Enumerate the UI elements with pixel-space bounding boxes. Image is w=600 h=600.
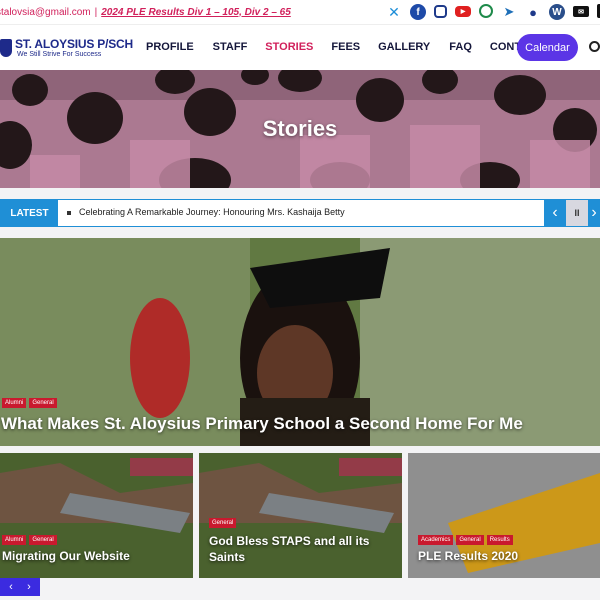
- nav-item-profile[interactable]: PROFILE: [146, 41, 194, 53]
- story-card-title[interactable]: PLE Results 2020: [418, 548, 518, 564]
- page-hero: Stories: [0, 70, 600, 188]
- topbar-separator: |: [94, 6, 98, 18]
- school-crest-icon: [0, 38, 12, 57]
- logo-title: ST. ALOYSIUS P/SCH: [15, 37, 133, 51]
- category-tag[interactable]: Alumni: [2, 398, 27, 408]
- nav-item-staff[interactable]: STAFF: [213, 41, 248, 53]
- ticker-headline-text: Celebrating A Remarkable Journey: Honour…: [79, 207, 345, 217]
- ticker-pause-button[interactable]: II: [566, 200, 588, 226]
- page-title: Stories: [262, 116, 338, 141]
- youtube-icon[interactable]: ▶: [455, 6, 471, 17]
- nav-item-gallery[interactable]: GALLERY: [378, 41, 430, 53]
- category-tag[interactable]: Alumni: [2, 535, 27, 545]
- featured-story[interactable]: Alumni General What Makes St. Aloysius Pr…: [0, 238, 600, 446]
- story-card[interactable]: Academics General Results PLE Results 2020: [408, 453, 600, 578]
- whatsapp-icon[interactable]: [479, 4, 493, 18]
- school-logo[interactable]: ST. ALOYSIUS P/SCH We Still Strive For S…: [0, 37, 133, 58]
- email-icon[interactable]: ✉: [573, 6, 589, 17]
- nav-menu: PROFILE STAFF STORIES FEES GALLERY FAQ C…: [146, 41, 543, 53]
- news-ticker: LATEST Celebrating A Remarkable Journey:…: [0, 199, 600, 227]
- carousel-next-button[interactable]: ›: [18, 578, 40, 596]
- ticker-bullet-icon: [67, 210, 71, 215]
- category-tag[interactable]: Academics: [418, 535, 454, 545]
- logo-tagline: We Still Strive For Success: [17, 51, 102, 58]
- ticker-prev-button[interactable]: ‹: [544, 200, 566, 226]
- group-icon[interactable]: ●: [525, 4, 541, 20]
- category-tag[interactable]: General: [209, 518, 237, 528]
- contact-email[interactable]: stalovsia@gmail.com: [0, 7, 91, 18]
- story-card[interactable]: General God Bless STAPS and all its Sain…: [199, 453, 402, 578]
- featured-story-title[interactable]: What Makes St. Aloysius Primary School a…: [1, 414, 523, 434]
- nav-item-faq[interactable]: FAQ: [449, 41, 472, 53]
- card-tags: General: [209, 511, 239, 529]
- social-icons: ✕ f ▶ ➤ ● W ✉: [386, 4, 600, 20]
- featured-tags: Alumni General: [2, 391, 60, 409]
- ticker-headline[interactable]: Celebrating A Remarkable Journey: Honour…: [67, 207, 345, 217]
- ple-results-link[interactable]: 2024 PLE Results Div 1 – 105, Div 2 – 65: [101, 7, 291, 18]
- story-card[interactable]: Alumni General Migrating Our Website: [0, 453, 193, 578]
- search-icon[interactable]: [589, 41, 600, 52]
- story-card-title[interactable]: Migrating Our Website: [2, 548, 130, 564]
- card-tags: Academics General Results: [418, 528, 516, 546]
- category-tag[interactable]: General: [29, 535, 57, 545]
- nav-item-fees[interactable]: FEES: [331, 41, 360, 53]
- main-navigation: ST. ALOYSIUS P/SCH We Still Strive For S…: [0, 24, 600, 70]
- top-bar: stalovsia@gmail.com | 2024 PLE Results D…: [0, 0, 600, 24]
- x-twitter-icon[interactable]: ✕: [386, 4, 402, 20]
- ticker-label: LATEST: [1, 200, 58, 226]
- card-tags: Alumni General: [2, 528, 60, 546]
- ticker-next-button[interactable]: ›: [588, 200, 600, 226]
- category-tag[interactable]: General: [29, 398, 57, 408]
- telegram-icon[interactable]: ➤: [501, 4, 517, 20]
- calendar-button[interactable]: Calendar: [517, 34, 578, 61]
- nav-item-stories[interactable]: STORIES: [265, 41, 313, 53]
- story-card-title[interactable]: God Bless STAPS and all its Saints: [209, 533, 389, 565]
- instagram-icon[interactable]: [434, 5, 447, 18]
- category-tag[interactable]: Results: [486, 535, 513, 545]
- facebook-icon[interactable]: f: [410, 4, 426, 20]
- category-tag[interactable]: General: [456, 535, 484, 545]
- wordpress-icon[interactable]: W: [549, 4, 565, 20]
